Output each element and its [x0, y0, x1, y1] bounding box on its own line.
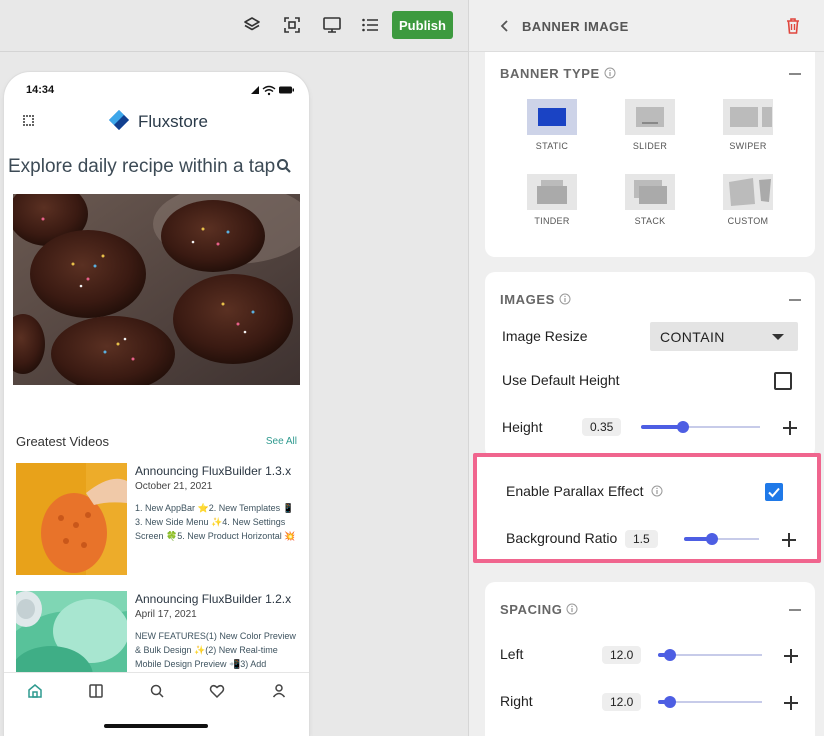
banner-type-slider[interactable]: SLIDER [620, 99, 680, 151]
back-chevron-icon[interactable] [497, 18, 513, 34]
parallax-settings-card: Enable Parallax Effect Background Ratio … [473, 453, 821, 563]
banner-type-swiper[interactable]: SWIPER [718, 99, 778, 151]
images-title: IMAGES [500, 292, 571, 307]
scan-icon[interactable] [282, 15, 302, 35]
settings-panel: BANNER IMAGE BANNER TYPE STATIC SLIDER S… [468, 0, 824, 736]
video-thumbnail [16, 463, 127, 575]
video-date: April 17, 2021 [135, 609, 197, 620]
grid-menu-icon[interactable] [22, 114, 36, 128]
collapse-button[interactable] [789, 73, 801, 75]
default-height-label: Use Default Height [502, 372, 620, 388]
search-icon[interactable] [149, 683, 165, 699]
phone-preview: 14:34 Fluxstore Explore daily recipe wit… [4, 72, 309, 736]
preview-area: Publish 14:34 Fluxstore Explore daily re… [0, 0, 468, 736]
spacing-left-value[interactable]: 12.0 [602, 646, 642, 664]
banner-type-custom[interactable]: CUSTOM [718, 174, 778, 226]
panel-header: BANNER IMAGE [469, 0, 824, 52]
banner-type-stack[interactable]: STACK [620, 174, 680, 226]
collapse-button[interactable] [789, 609, 801, 611]
spacing-left-slider[interactable] [658, 648, 762, 662]
user-icon[interactable] [271, 683, 287, 699]
status-icons [249, 83, 295, 96]
section-title: Greatest Videos [16, 434, 109, 449]
home-icon[interactable] [27, 683, 43, 699]
spacing-right-value[interactable]: 12.0 [602, 693, 642, 711]
spacing-right-label: Right [500, 693, 533, 709]
home-indicator [104, 724, 208, 728]
search-icon[interactable] [276, 158, 292, 174]
video-description: 1. New AppBar ⭐2. New Templates 📱 3. New… [135, 503, 296, 541]
list-icon[interactable] [360, 15, 380, 35]
height-add-button[interactable] [783, 421, 797, 435]
fluxstore-logo-icon [108, 109, 130, 136]
brand: Fluxstore [108, 109, 208, 136]
height-value[interactable]: 0.35 [582, 418, 622, 436]
spacing-card: SPACING Left 12.0 Right 12.0 [485, 582, 815, 736]
publish-button[interactable]: Publish [392, 11, 453, 39]
info-icon[interactable] [604, 67, 616, 79]
status-time: 14:34 [26, 84, 55, 96]
panel-title: BANNER IMAGE [522, 19, 629, 34]
video-title: Announcing FluxBuilder 1.2.x [135, 592, 292, 606]
background-ratio-add-button[interactable] [782, 533, 796, 547]
spacing-title: SPACING [500, 602, 578, 617]
video-description: NEW FEATURES(1) New Color Preview & Bulk… [135, 631, 296, 669]
background-ratio-label: Background Ratio [506, 530, 618, 546]
default-height-checkbox[interactable] [774, 372, 792, 390]
banner-image [4, 182, 309, 392]
monitor-icon[interactable] [322, 15, 342, 35]
parallax-checkbox[interactable] [765, 483, 783, 501]
spacing-right-slider[interactable] [658, 695, 762, 709]
spacing-left-add-button[interactable] [784, 649, 798, 663]
background-ratio-value[interactable]: 1.5 [625, 530, 658, 548]
video-title: Announcing FluxBuilder 1.3.x [135, 464, 292, 478]
info-icon[interactable] [559, 293, 571, 305]
spacing-right-add-button[interactable] [784, 696, 798, 710]
banner-type-card: BANNER TYPE STATIC SLIDER SWIPER TINDER … [485, 52, 815, 257]
trash-icon[interactable] [785, 17, 801, 35]
images-card: IMAGES Image Resize CONTAIN Use Default … [485, 272, 815, 458]
book-icon[interactable] [88, 683, 104, 699]
image-resize-label: Image Resize [502, 328, 588, 344]
info-icon[interactable] [566, 603, 578, 615]
banner-type-static[interactable]: STATIC [522, 99, 582, 151]
video-item[interactable]: Announcing FluxBuilder 1.3.x October 21,… [16, 463, 301, 575]
info-icon[interactable] [651, 484, 663, 497]
height-label: Height [502, 419, 543, 435]
checkmark-icon [768, 487, 780, 498]
banner-type-tinder[interactable]: TINDER [522, 174, 582, 226]
background-ratio-slider[interactable] [684, 532, 759, 546]
layers-icon[interactable] [242, 15, 262, 35]
spacing-left-label: Left [500, 646, 524, 662]
brand-name: Fluxstore [138, 112, 208, 131]
banner-type-title: BANNER TYPE [500, 66, 616, 81]
collapse-button[interactable] [789, 299, 801, 301]
preview-toolbar: Publish [0, 0, 468, 52]
bottom-nav [4, 672, 309, 736]
see-all-link[interactable]: See All [266, 436, 297, 447]
image-resize-select[interactable]: CONTAIN [650, 322, 798, 351]
caret-down-icon [772, 334, 784, 340]
headline: Explore daily recipe within a tap [8, 156, 276, 177]
height-slider[interactable] [641, 420, 760, 434]
parallax-label: Enable Parallax Effect [506, 483, 663, 499]
video-date: October 21, 2021 [135, 481, 213, 492]
heart-icon[interactable] [209, 683, 225, 699]
